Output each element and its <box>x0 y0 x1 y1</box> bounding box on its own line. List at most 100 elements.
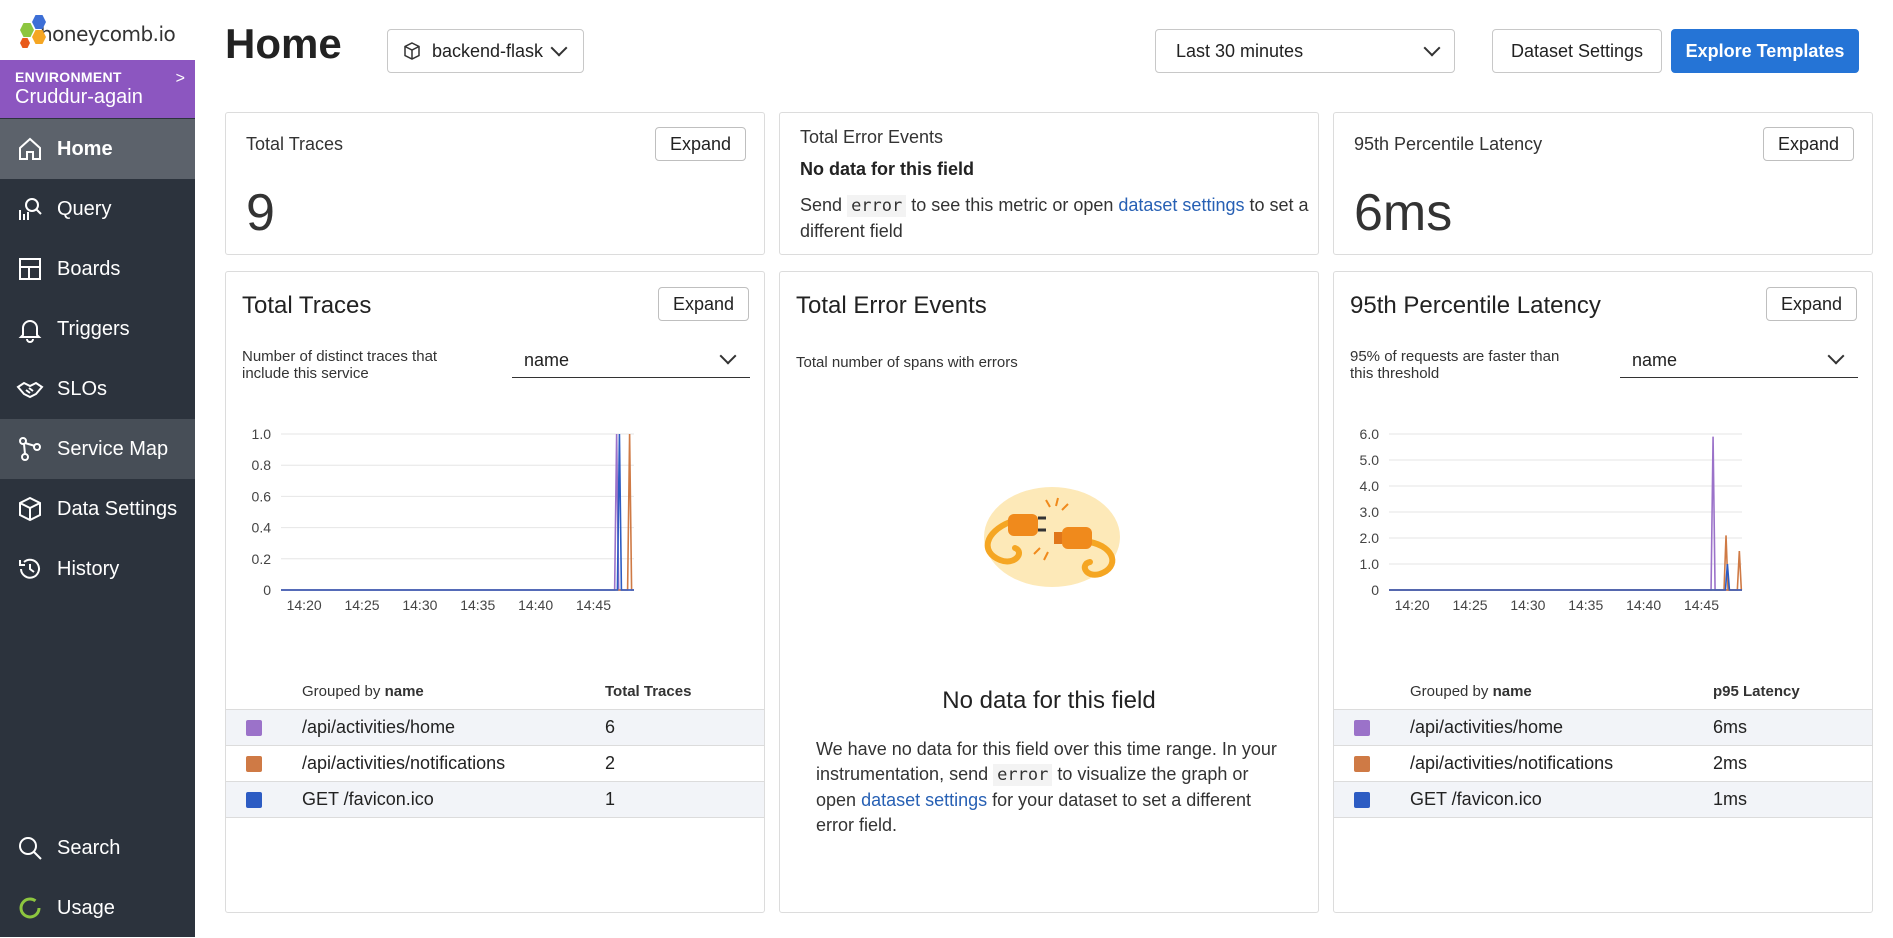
sidebar-item-slos[interactable]: SLOs <box>0 359 195 419</box>
legend-value-header: Total Traces <box>605 683 692 700</box>
home-icon <box>19 137 41 160</box>
expand-button[interactable]: Expand <box>1765 287 1857 321</box>
chart-card-total-error-events: Total Error Events Total number of spans… <box>779 271 1319 913</box>
y-tick-label: 0 <box>263 582 271 598</box>
legend-name: GET /favicon.ico <box>1410 789 1542 809</box>
legend-row[interactable]: GET /favicon.ico 1 <box>226 782 764 818</box>
x-tick-label: 14:30 <box>1510 597 1545 613</box>
card-title: Total Traces <box>242 292 372 319</box>
traces-legend-table: Grouped by name Total Traces /api/activi… <box>226 674 764 818</box>
unplugged-illustration-icon <box>984 487 1120 587</box>
explore-templates-button[interactable]: Explore Templates <box>1671 29 1859 73</box>
query-icon <box>19 198 42 220</box>
dataset-settings-link[interactable]: dataset settings <box>1118 195 1244 215</box>
expand-button[interactable]: Expand <box>657 287 749 321</box>
y-tick-label: 2.0 <box>1360 530 1380 546</box>
legend-name: /api/activities/notifications <box>1410 753 1614 773</box>
sidebar-item-boards[interactable]: Boards <box>0 239 195 299</box>
dataset-selector[interactable]: backend-flask <box>387 29 584 73</box>
boards-icon <box>19 258 41 280</box>
sidebar-nav: Home Query Boards Triggers SLOs Service … <box>0 119 195 599</box>
legend-value: 1 <box>605 789 616 809</box>
sidebar-item-label: History <box>57 557 120 580</box>
environment-selector[interactable]: ENVIRONMENT Cruddur-again > <box>0 60 195 118</box>
legend-value-header: p95 Latency <box>1713 683 1800 700</box>
total-traces-chart[interactable]: 1.0 0.8 0.6 0.4 0.2 0 14:20 14:25 14:30 14:35 14:4… <box>236 422 736 652</box>
group-by-select[interactable]: name <box>512 344 750 378</box>
expand-button[interactable]: Expand <box>654 127 746 161</box>
dataset-cube-icon <box>404 42 420 60</box>
dataset-settings-button[interactable]: Dataset Settings <box>1492 29 1662 73</box>
sidebar-item-query[interactable]: Query <box>0 179 195 239</box>
legend-row[interactable]: /api/activities/home 6ms <box>1334 710 1872 746</box>
x-tick-label: 14:25 <box>1452 597 1487 613</box>
sidebar-item-label: Service Map <box>57 437 169 460</box>
time-range-value: Last 30 minutes <box>1176 40 1304 61</box>
group-by-select[interactable]: name <box>1620 344 1858 378</box>
honeycomb-logo[interactable]: honeycomb.io <box>0 0 195 60</box>
sidebar-item-triggers[interactable]: Triggers <box>0 299 195 359</box>
summary-title: Total Traces <box>246 134 344 154</box>
series-line <box>1389 535 1742 591</box>
legend-row[interactable]: /api/activities/home 6 <box>226 710 764 746</box>
empty-state-title: No data for this field <box>942 687 1156 714</box>
dataset-settings-link[interactable]: dataset settings <box>861 790 987 810</box>
y-tick-label: 0.2 <box>252 551 272 567</box>
swatch-home <box>246 719 262 736</box>
y-tick-label: 1.0 <box>252 426 272 442</box>
sidebar-item-search[interactable]: Search <box>0 818 195 878</box>
sidebar-item-history[interactable]: History <box>0 539 195 599</box>
bell-icon <box>18 320 42 343</box>
y-tick-label: 4.0 <box>1360 478 1380 494</box>
group-prefix: Grouped by <box>302 683 381 700</box>
summary-p95-latency: 95th Percentile Latency Expand 6ms <box>1333 112 1873 255</box>
series-line <box>281 433 634 591</box>
sidebar-item-label: Home <box>57 137 113 160</box>
legend-row[interactable]: /api/activities/notifications 2 <box>226 746 764 782</box>
sidebar-item-usage[interactable]: Usage <box>0 878 195 938</box>
card-title: Total Error Events <box>796 292 987 319</box>
usage-ring-icon <box>19 897 41 919</box>
sidebar-item-service-map[interactable]: Service Map <box>0 419 195 479</box>
chart-card-p95-latency: 95th Percentile Latency Expand 95% of re… <box>1333 271 1873 913</box>
msg-code: error <box>993 764 1053 786</box>
sidebar-item-label: Data Settings <box>57 497 178 520</box>
service-map-icon <box>19 437 41 461</box>
chevron-down-icon <box>1827 347 1845 365</box>
environment-name: Cruddur-again <box>15 86 143 108</box>
group-name: name <box>384 683 424 700</box>
sidebar-item-label: Triggers <box>57 317 130 340</box>
main-content: Home backend-flask Last 30 minutes Datas… <box>195 0 1893 937</box>
y-tick-label: 3.0 <box>1360 504 1380 520</box>
search-icon <box>19 837 42 860</box>
msg-code: error <box>847 195 907 217</box>
x-tick-label: 14:20 <box>1395 597 1430 613</box>
sidebar-bottom-nav: Search Usage <box>0 818 195 938</box>
summary-total-traces: Total Traces Expand 9 <box>225 112 765 255</box>
sidebar-item-data-settings[interactable]: Data Settings <box>0 479 195 539</box>
sidebar-item-label: Search <box>57 836 121 859</box>
chart-card-total-traces: Total Traces Expand Number of distinct t… <box>225 271 765 913</box>
summary-no-data: No data for this field <box>800 159 975 179</box>
x-tick-label: 14:25 <box>344 597 379 613</box>
y-tick-label: 0.8 <box>252 457 272 473</box>
x-tick-label: 14:35 <box>1568 597 1603 613</box>
swatch-home <box>1354 719 1370 736</box>
logo-text: honeycomb.io <box>40 22 176 46</box>
legend-row[interactable]: GET /favicon.ico 1ms <box>1334 782 1872 818</box>
p95-latency-chart[interactable]: 6.0 5.0 4.0 3.0 2.0 1.0 0 14:20 14:25 14:30 14:35 1… <box>1344 422 1844 652</box>
dataset-name: backend-flask <box>432 40 544 61</box>
legend-name: /api/activities/home <box>302 717 456 737</box>
legend-group-header: Grouped by name <box>302 683 605 700</box>
time-range-select[interactable]: Last 30 minutes <box>1155 29 1455 73</box>
expand-button[interactable]: Expand <box>1762 127 1854 161</box>
legend-value: 2ms <box>1713 753 1748 773</box>
legend-name: /api/activities/notifications <box>302 753 506 773</box>
card-description: 95% of requests are faster than this thr… <box>1350 348 1560 382</box>
msg-text: Send <box>800 195 843 215</box>
group-by-value: name <box>524 350 570 370</box>
legend-row[interactable]: /api/activities/notifications 2ms <box>1334 746 1872 782</box>
sidebar-item-home[interactable]: Home <box>0 119 195 179</box>
app: honeycomb.io ENVIRONMENT Cruddur-again >… <box>0 0 1893 937</box>
group-name: name <box>1492 683 1532 700</box>
